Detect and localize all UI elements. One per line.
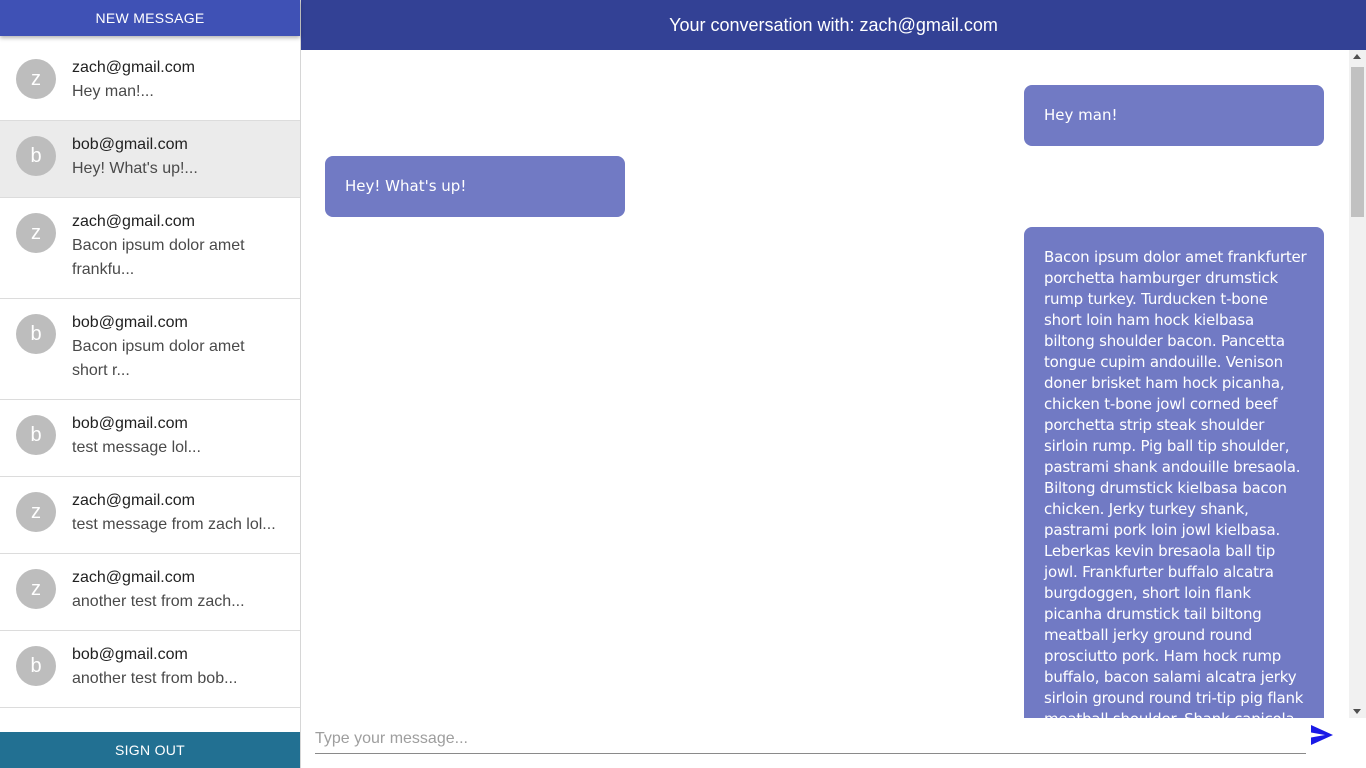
sidebar: NEW MESSAGE z zach@gmail.com Hey man!...… bbox=[0, 0, 301, 768]
chat-text: zach@gmail.com another test from zach... bbox=[72, 567, 284, 614]
chat-preview: test message lol... bbox=[72, 439, 201, 456]
chat-list-item[interactable]: z zach@gmail.com test message from zach … bbox=[0, 477, 300, 554]
scroll-down-arrow-icon[interactable] bbox=[1353, 709, 1361, 714]
chat-text: zach@gmail.com test message from zach lo… bbox=[72, 490, 284, 537]
chat-list-item[interactable]: b bob@gmail.com another test from bob... bbox=[0, 631, 300, 708]
chat-list: z zach@gmail.com Hey man!... b bob@gmail… bbox=[0, 44, 300, 732]
chat-email: zach@gmail.com bbox=[72, 569, 195, 586]
app: NEW MESSAGE z zach@gmail.com Hey man!...… bbox=[0, 0, 1366, 768]
message-composer bbox=[301, 718, 1366, 768]
chat-email: zach@gmail.com bbox=[72, 213, 195, 230]
new-message-button[interactable]: NEW MESSAGE bbox=[0, 0, 300, 36]
chat-list-item[interactable]: b bob@gmail.com test message lol... bbox=[0, 400, 300, 477]
chat-email: zach@gmail.com bbox=[72, 59, 195, 76]
avatar: z bbox=[16, 213, 56, 253]
chat-text: bob@gmail.com test message lol... bbox=[72, 413, 284, 460]
chat-list-item[interactable]: z zach@gmail.com another test from zach.… bbox=[0, 554, 300, 631]
message-bubble-sent: Bacon ipsum dolor amet frankfurter porch… bbox=[1024, 227, 1324, 718]
chat-text: bob@gmail.com Bacon ipsum dolor amet sho… bbox=[72, 312, 284, 383]
avatar: b bbox=[16, 415, 56, 455]
chat-list-item[interactable]: z zach@gmail.com Hey man!... bbox=[0, 44, 300, 121]
avatar: z bbox=[16, 492, 56, 532]
chat-preview: Hey man!... bbox=[72, 83, 154, 100]
chat-text: bob@gmail.com another test from bob... bbox=[72, 644, 284, 691]
message-list: Hey man! Hey! What's up! Bacon ipsum dol… bbox=[301, 50, 1349, 718]
chat-email: bob@gmail.com bbox=[72, 415, 188, 432]
chat-preview: Bacon ipsum dolor amet frankfu... bbox=[72, 237, 245, 278]
send-button[interactable] bbox=[1307, 720, 1337, 750]
chat-text: zach@gmail.com Bacon ipsum dolor amet fr… bbox=[72, 211, 284, 282]
chat-list-item[interactable]: b bob@gmail.com Bacon ipsum dolor amet s… bbox=[0, 299, 300, 400]
avatar: b bbox=[16, 646, 56, 686]
chat-preview: another test from bob... bbox=[72, 670, 238, 687]
chat-list-item-selected[interactable]: b bob@gmail.com Hey! What's up!... bbox=[0, 121, 300, 198]
avatar: z bbox=[16, 569, 56, 609]
chat-email: bob@gmail.com bbox=[72, 136, 188, 153]
message-input[interactable] bbox=[315, 724, 1306, 754]
avatar: b bbox=[16, 314, 56, 354]
conversation-header: Your conversation with: zach@gmail.com bbox=[301, 0, 1366, 50]
chat-text: bob@gmail.com Hey! What's up!... bbox=[72, 134, 284, 181]
chat-text: zach@gmail.com Hey man!... bbox=[72, 57, 284, 104]
avatar: b bbox=[16, 136, 56, 176]
conversation-panel: Your conversation with: zach@gmail.com H… bbox=[301, 0, 1366, 768]
chat-list-item[interactable]: z zach@gmail.com Bacon ipsum dolor amet … bbox=[0, 198, 300, 299]
chat-email: bob@gmail.com bbox=[72, 646, 188, 663]
chat-preview: another test from zach... bbox=[72, 593, 245, 610]
sign-out-button[interactable]: SIGN OUT bbox=[0, 732, 300, 768]
chat-preview: Bacon ipsum dolor amet short r... bbox=[72, 338, 245, 379]
messages-scrollbar[interactable] bbox=[1349, 50, 1366, 718]
send-icon bbox=[1311, 725, 1333, 745]
scroll-up-arrow-icon[interactable] bbox=[1353, 54, 1361, 59]
chat-preview: Hey! What's up!... bbox=[72, 160, 198, 177]
chat-email: zach@gmail.com bbox=[72, 492, 195, 509]
avatar: z bbox=[16, 59, 56, 99]
conversation-title: Your conversation with: zach@gmail.com bbox=[669, 14, 998, 35]
chat-preview: test message from zach lol... bbox=[72, 516, 276, 533]
scrollbar-thumb[interactable] bbox=[1351, 67, 1364, 217]
message-bubble-received: Hey! What's up! bbox=[325, 156, 625, 217]
chat-email: bob@gmail.com bbox=[72, 314, 188, 331]
message-bubble-sent: Hey man! bbox=[1024, 85, 1324, 146]
